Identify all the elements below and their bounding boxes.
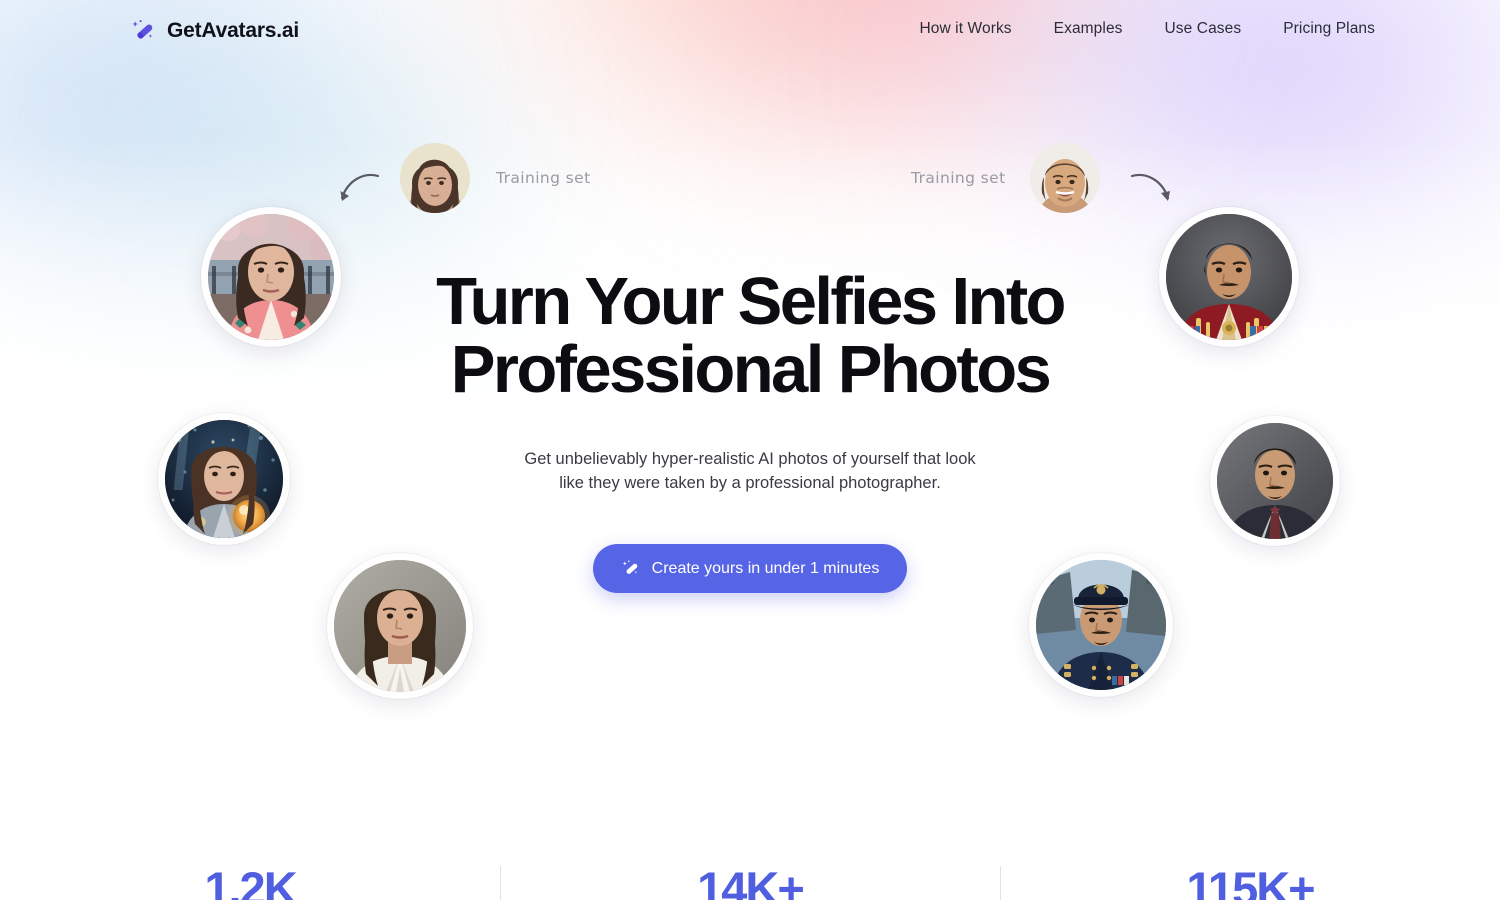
brand-name: GetAvatars.ai xyxy=(167,19,300,42)
stat-value-3: 115K+ xyxy=(1186,866,1315,900)
magic-wand-icon xyxy=(621,559,640,578)
hero-subtitle: Get unbelievably hyper-realistic AI phot… xyxy=(0,447,1500,495)
hero-subtitle-line1: Get unbelievably hyper-realistic AI phot… xyxy=(524,450,976,468)
training-avatar-left xyxy=(400,143,470,213)
landing-page: GetAvatars.ai How it Works Examples Use … xyxy=(0,0,1500,900)
training-avatar-right xyxy=(1030,143,1100,213)
page-title: Turn Your Selfies Into Professional Phot… xyxy=(0,268,1500,404)
magic-wand-icon xyxy=(130,18,156,44)
site-header: GetAvatars.ai How it Works Examples Use … xyxy=(0,0,1500,62)
stats-strip: 1.2K 14K+ 115K+ xyxy=(0,866,1500,900)
stat-item-2: 14K+ xyxy=(500,866,1000,900)
arrow-left-icon xyxy=(340,173,380,201)
nav-item-use-cases[interactable]: Use Cases xyxy=(1165,20,1242,38)
cta-container: Create yours in under 1 minutes xyxy=(0,544,1500,593)
hero-subtitle-line2: like they were taken by a professional p… xyxy=(559,474,941,492)
stat-item-1: 1.2K xyxy=(0,866,500,900)
stat-value-2: 14K+ xyxy=(697,866,805,900)
arrow-right-icon xyxy=(1130,173,1170,201)
training-set-label-right: Training set xyxy=(911,169,1006,187)
nav-item-pricing-plans[interactable]: Pricing Plans xyxy=(1283,20,1375,38)
create-avatar-button[interactable]: Create yours in under 1 minutes xyxy=(592,544,908,593)
page-title-line1: Turn Your Selfies Into xyxy=(436,264,1066,339)
nav-item-examples[interactable]: Examples xyxy=(1054,20,1123,38)
page-title-line2: Professional Photos xyxy=(450,332,1052,407)
stat-item-3: 115K+ xyxy=(1000,866,1500,900)
training-set-label-left: Training set xyxy=(496,169,591,187)
main-nav: How it Works Examples Use Cases Pricing … xyxy=(919,20,1375,38)
nav-item-how-it-works[interactable]: How it Works xyxy=(919,20,1011,38)
brand-logo[interactable]: GetAvatars.ai xyxy=(130,18,299,44)
create-avatar-button-label: Create yours in under 1 minutes xyxy=(651,559,880,577)
stat-value-1: 1.2K xyxy=(204,866,297,900)
